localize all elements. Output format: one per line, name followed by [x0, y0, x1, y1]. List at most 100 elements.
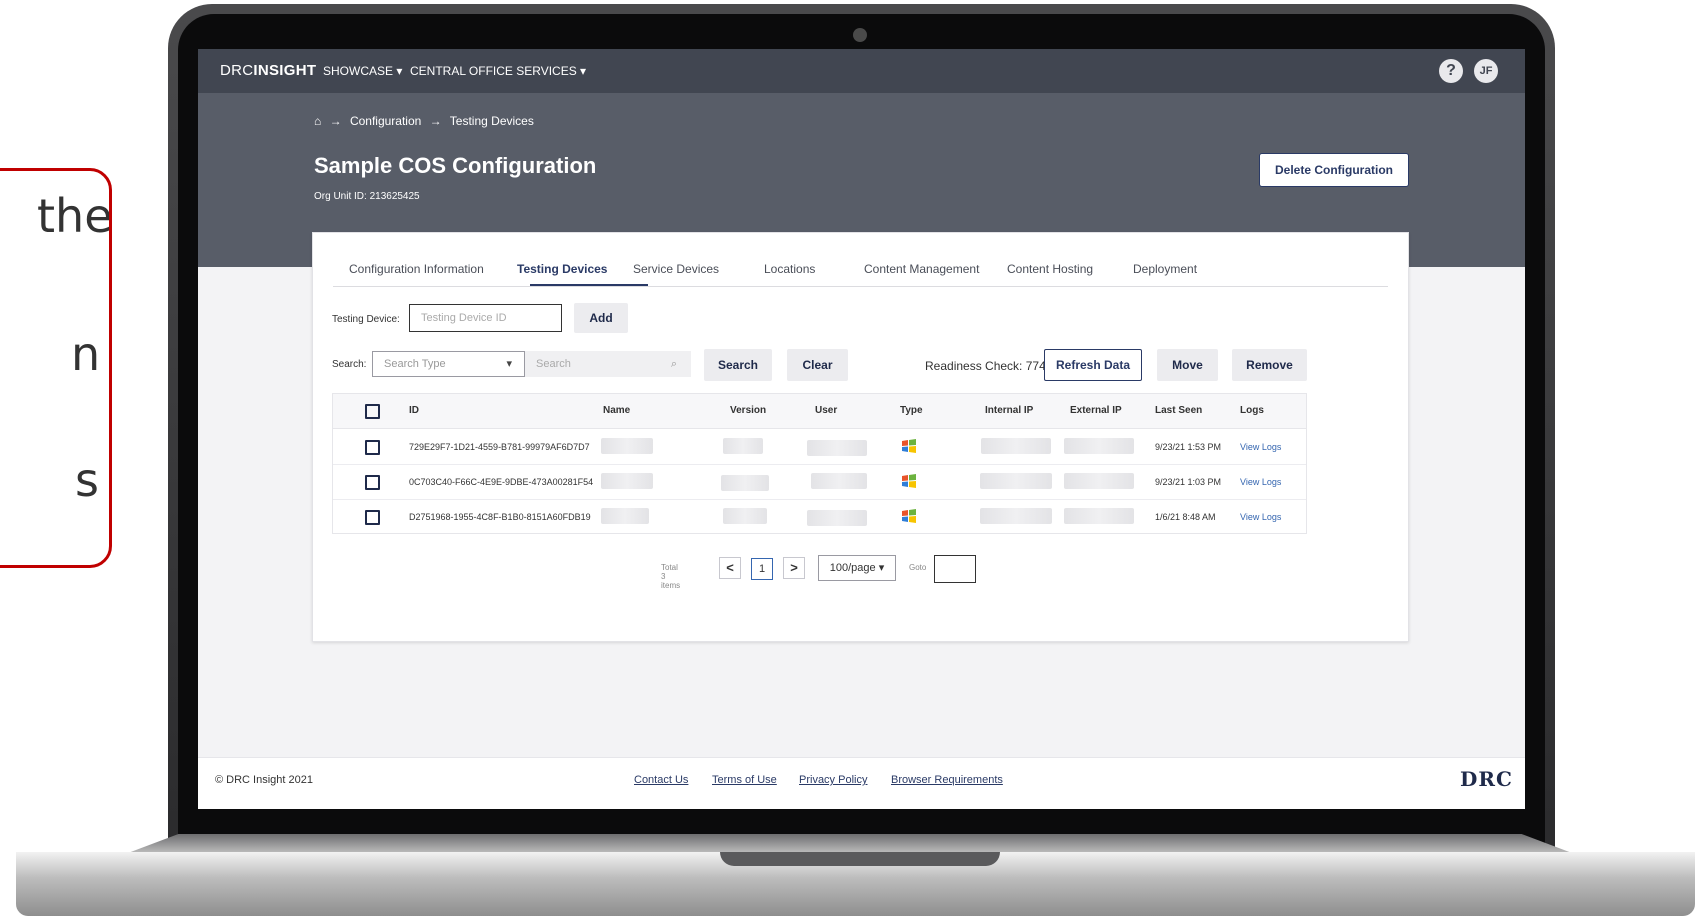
page-size-select[interactable]: 100/page ▾ — [818, 555, 896, 581]
laptop-notch — [720, 852, 1000, 866]
move-button[interactable]: Move — [1157, 349, 1218, 381]
col-version[interactable]: Version — [730, 405, 766, 416]
delete-configuration-button[interactable]: Delete Configuration — [1259, 153, 1409, 187]
redacted-name — [601, 508, 649, 524]
prev-page-button[interactable]: < — [719, 557, 741, 579]
row-checkbox[interactable] — [365, 475, 380, 490]
table-row: 0C703C40-F66C-4E9E-9DBE-473A00281F54 9/2… — [333, 464, 1306, 500]
tab-bar: Configuration Information Testing Device… — [333, 253, 1388, 287]
view-logs-link[interactable]: View Logs — [1240, 442, 1281, 452]
tab-configuration-information[interactable]: Configuration Information — [349, 262, 484, 276]
redacted-user — [807, 510, 867, 526]
callout-text-1: the — [37, 189, 112, 243]
drc-insight-logo[interactable]: DRCINSIGHT — [220, 62, 316, 79]
contact-us-link[interactable]: Contact Us — [634, 774, 688, 786]
windows-icon — [902, 509, 916, 523]
drc-logo: DRC — [1460, 767, 1513, 791]
privacy-policy-link[interactable]: Privacy Policy — [799, 774, 867, 786]
tab-content-management[interactable]: Content Management — [864, 262, 979, 276]
redacted-user — [811, 473, 867, 489]
clear-button[interactable]: Clear — [787, 349, 848, 381]
browser-requirements-link[interactable]: Browser Requirements — [891, 774, 1003, 786]
nav-central-office-services[interactable]: CENTRAL OFFICE SERVICES ▾ — [410, 64, 586, 78]
redacted-version — [721, 475, 769, 491]
redacted-external-ip — [1064, 438, 1134, 454]
footer: © DRC Insight 2021 Contact Us Terms of U… — [198, 757, 1525, 809]
table-row: D2751968-1955-4C8F-B1B0-8151A60FDB19 1/6… — [333, 499, 1306, 534]
device-id: 729E29F7-1D21-4559-B781-99979AF6D7D7 — [409, 442, 590, 452]
row-checkbox[interactable] — [365, 440, 380, 455]
col-last-seen[interactable]: Last Seen — [1155, 405, 1202, 416]
tab-service-devices[interactable]: Service Devices — [633, 262, 719, 276]
callout-text-2: n — [71, 327, 101, 381]
redacted-internal-ip — [980, 473, 1052, 489]
home-icon[interactable]: ⌂ — [314, 114, 321, 128]
org-unit-id: Org Unit ID: 213625425 — [314, 191, 420, 202]
table-row: 729E29F7-1D21-4559-B781-99979AF6D7D7 9/2… — [333, 429, 1306, 465]
callout-text-3: s — [75, 453, 99, 507]
top-nav-bar: DRCINSIGHT SHOWCASE ▾ CENTRAL OFFICE SER… — [198, 49, 1525, 93]
search-type-select[interactable]: Search Type ▾ — [372, 351, 525, 377]
redacted-name — [601, 438, 653, 454]
select-all-checkbox[interactable] — [365, 404, 380, 419]
page-1-button[interactable]: 1 — [751, 558, 773, 580]
breadcrumb-separator: → — [329, 114, 342, 128]
remove-button[interactable]: Remove — [1232, 349, 1307, 381]
col-type[interactable]: Type — [900, 405, 923, 416]
table-header: ID Name Version User Type Internal IP Ex… — [333, 394, 1306, 429]
readiness-check-count: Readiness Check: 7745 — [925, 359, 1053, 373]
search-icon: ⌕ — [670, 358, 677, 370]
search-input[interactable]: Search ⌕ — [525, 351, 691, 377]
col-logs: Logs — [1240, 405, 1264, 416]
col-id[interactable]: ID — [409, 405, 419, 416]
camera-icon — [853, 28, 867, 42]
refresh-data-button[interactable]: Refresh Data — [1044, 349, 1142, 381]
instruction-callout: the n s — [0, 168, 112, 568]
redacted-version — [723, 438, 763, 454]
help-icon[interactable]: ? — [1439, 59, 1463, 83]
redacted-external-ip — [1064, 508, 1134, 524]
testing-device-label: Testing Device: — [332, 314, 400, 325]
next-page-button[interactable]: > — [783, 557, 805, 579]
breadcrumb: ⌂ → Configuration → Testing Devices — [314, 114, 534, 128]
breadcrumb-testing-devices: Testing Devices — [449, 114, 534, 128]
redacted-internal-ip — [980, 508, 1052, 524]
app-screen: DRCINSIGHT SHOWCASE ▾ CENTRAL OFFICE SER… — [198, 49, 1525, 809]
row-checkbox[interactable] — [365, 510, 380, 525]
col-internal-ip[interactable]: Internal IP — [985, 405, 1033, 416]
device-id: 0C703C40-F66C-4E9E-9DBE-473A00281F54 — [409, 477, 594, 487]
redacted-external-ip — [1064, 473, 1134, 489]
tab-testing-devices[interactable]: Testing Devices — [517, 262, 607, 276]
tab-deployment[interactable]: Deployment — [1133, 262, 1197, 276]
redacted-version — [723, 508, 767, 524]
device-id: D2751968-1955-4C8F-B1B0-8151A60FDB19 — [409, 512, 591, 522]
nav-showcase[interactable]: SHOWCASE ▾ — [323, 64, 402, 78]
last-seen: 9/23/21 1:53 PM — [1155, 442, 1222, 452]
redacted-user — [807, 440, 867, 456]
testing-device-id-input[interactable]: Testing Device ID — [409, 304, 562, 332]
windows-icon — [902, 474, 916, 488]
view-logs-link[interactable]: View Logs — [1240, 477, 1281, 487]
user-avatar[interactable]: JF — [1474, 59, 1498, 83]
search-button[interactable]: Search — [704, 349, 772, 381]
copyright: © DRC Insight 2021 — [215, 774, 313, 786]
goto-page-input[interactable] — [934, 555, 976, 583]
breadcrumb-configuration[interactable]: Configuration — [350, 114, 421, 128]
col-external-ip[interactable]: External IP — [1070, 405, 1122, 416]
content-card: Configuration Information Testing Device… — [312, 232, 1409, 642]
tab-content-hosting[interactable]: Content Hosting — [1007, 262, 1093, 276]
testing-devices-table: ID Name Version User Type Internal IP Ex… — [332, 393, 1307, 534]
terms-of-use-link[interactable]: Terms of Use — [712, 774, 777, 786]
redacted-internal-ip — [981, 438, 1051, 454]
redacted-name — [601, 473, 653, 489]
windows-icon — [902, 439, 916, 453]
tab-locations[interactable]: Locations — [764, 262, 815, 276]
add-button[interactable]: Add — [574, 303, 628, 333]
active-tab-indicator — [530, 284, 648, 286]
col-user[interactable]: User — [815, 405, 837, 416]
page-title: Sample COS Configuration — [314, 153, 597, 178]
breadcrumb-separator: → — [429, 114, 442, 128]
search-label: Search: — [332, 359, 367, 370]
view-logs-link[interactable]: View Logs — [1240, 512, 1281, 522]
col-name[interactable]: Name — [603, 405, 630, 416]
